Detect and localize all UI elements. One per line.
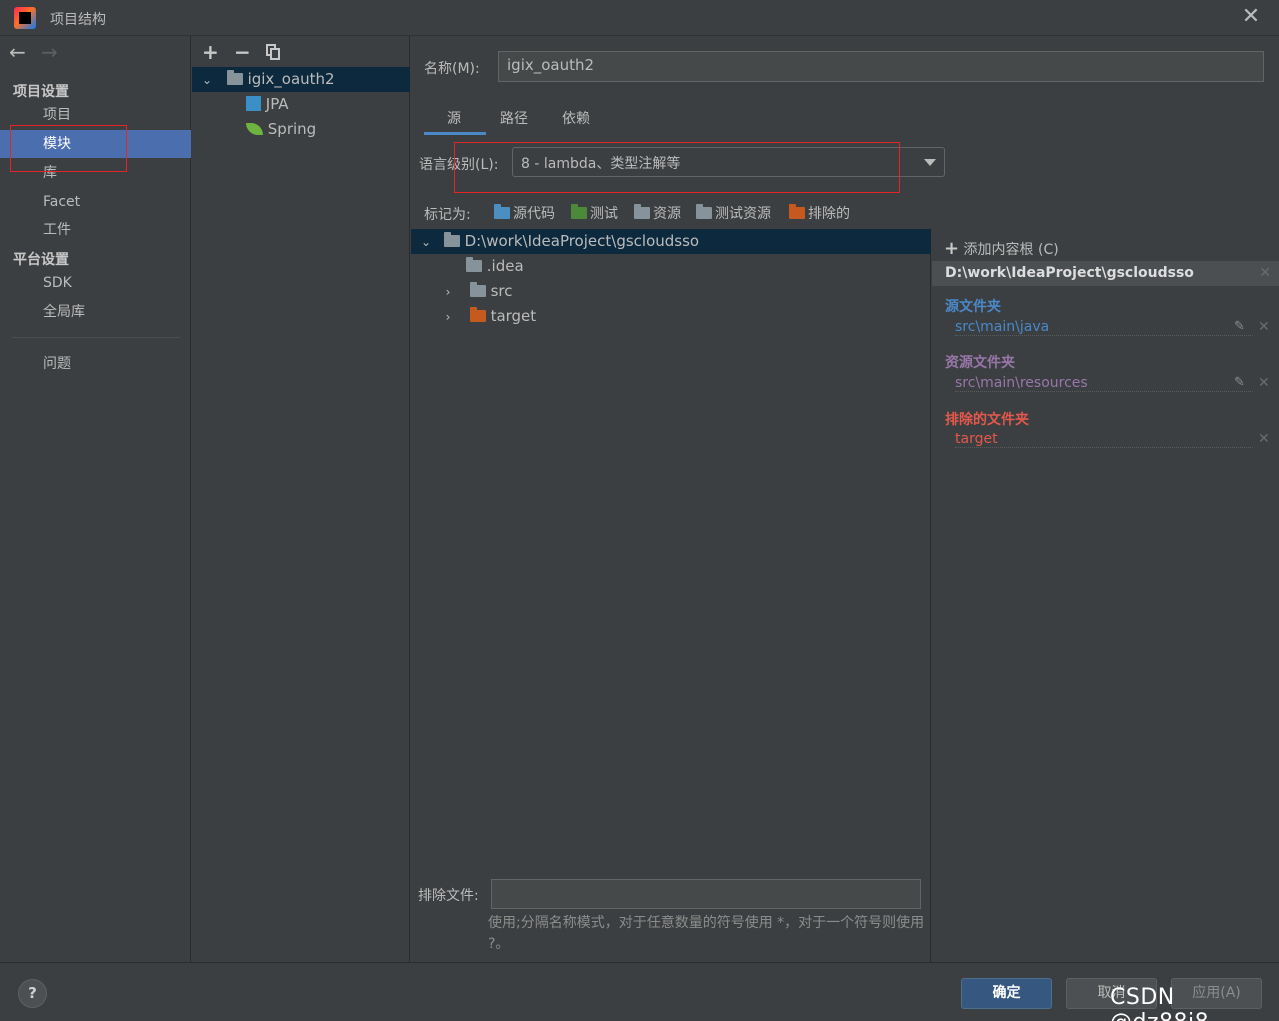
plus-icon[interactable]: +: [202, 40, 219, 64]
mark-as-excluded-button[interactable]: 排除的: [789, 203, 850, 223]
tab-dependencies[interactable]: 依赖: [562, 108, 590, 128]
name-label: 名称(M):: [424, 61, 480, 77]
sidebar-item-artifacts[interactable]: 工件: [0, 216, 191, 244]
intellij-logo-icon: [14, 7, 36, 29]
active-tab-indicator: [424, 132, 486, 135]
chevron-right-icon[interactable]: ›: [441, 280, 455, 305]
tree-row-idea[interactable]: .idea: [411, 254, 931, 279]
mark-as-resources-button[interactable]: 资源: [634, 203, 681, 223]
edit-pencil-icon[interactable]: ✎: [1234, 375, 1245, 390]
add-content-root-button[interactable]: + 添加内容根 (C): [944, 238, 1059, 259]
remove-source-icon[interactable]: ✕: [1258, 319, 1270, 335]
test-folder-icon: [571, 204, 587, 219]
title-bar: 项目结构 ✕: [0, 0, 1279, 36]
sidebar-item-facets[interactable]: Facet: [0, 188, 191, 216]
dialog-footer: ? 确定 取消 应用(A) CSDN @dz88i8: [0, 962, 1279, 1021]
tree-row-target[interactable]: › target: [411, 304, 931, 329]
help-button[interactable]: ?: [18, 979, 47, 1008]
highlight-box: [454, 142, 900, 193]
mark-label: 资源: [653, 206, 681, 222]
copy-icon[interactable]: [266, 44, 280, 60]
resource-folders-header: 资源文件夹: [945, 355, 1015, 371]
folder-name: src: [490, 282, 513, 300]
spring-leaf-icon: [246, 123, 263, 135]
sidebar-item-global-libraries[interactable]: 全局库: [0, 298, 191, 326]
chevron-down-icon[interactable]: ⌄: [419, 230, 433, 255]
mark-label: 测试: [590, 206, 618, 222]
facet-label: Spring: [267, 120, 317, 138]
sidebar-divider: [12, 337, 180, 338]
module-list-panel: + − ⌄ igix_oauth2 JPA Spring: [192, 36, 410, 962]
source-folder-icon: [494, 204, 510, 219]
module-settings-panel: 名称(M): igix_oauth2 源 路径 依赖 语言级别(L): 8 - …: [411, 36, 1279, 962]
folder-icon: [469, 282, 486, 297]
module-name: igix_oauth2: [247, 70, 335, 88]
exclude-files-input[interactable]: [491, 879, 921, 909]
module-tree-item[interactable]: ⌄ igix_oauth2: [192, 67, 410, 92]
remove-excluded-icon[interactable]: ✕: [1258, 431, 1270, 447]
source-folder-path[interactable]: src\main\java: [955, 319, 1253, 336]
exclude-files-hint: 使用;分隔名称模式，对于任意数量的符号使用 *，对于一个符号则使用 ?。: [488, 915, 925, 952]
tab-sources[interactable]: 源: [447, 108, 461, 128]
module-name-input[interactable]: igix_oauth2: [498, 51, 1264, 82]
jpa-icon: [246, 96, 261, 111]
folder-name: target: [490, 307, 537, 325]
folder-name: .idea: [486, 257, 524, 275]
tree-row-root[interactable]: ⌄ D:\work\IdeaProject\gscloudsso: [411, 229, 931, 254]
content-roots-panel: + 添加内容根 (C) D:\work\IdeaProject\gsclouds…: [932, 229, 1279, 962]
mark-as-label: 标记为:: [424, 207, 471, 223]
excluded-folder-icon: [469, 307, 486, 322]
mark-label: 排除的: [808, 206, 850, 222]
content-root-path: D:\work\IdeaProject\gscloudsso: [945, 265, 1194, 281]
dropdown-arrow-icon[interactable]: [924, 159, 936, 166]
facet-tree-item-jpa[interactable]: JPA: [192, 92, 410, 117]
watermark: CSDN @dz88i8: [1110, 985, 1209, 1021]
mark-as-sources-button[interactable]: 源代码: [494, 203, 555, 223]
content-tree: ⌄ D:\work\IdeaProject\gscloudsso .idea ›…: [411, 229, 931, 962]
facet-tree-item-spring[interactable]: Spring: [192, 117, 410, 142]
content-root-header: D:\work\IdeaProject\gscloudsso ✕: [932, 261, 1279, 286]
remove-resource-icon[interactable]: ✕: [1258, 375, 1270, 391]
excluded-folder-path[interactable]: target: [955, 431, 1253, 448]
tab-paths[interactable]: 路径: [500, 108, 528, 128]
resource-folder-path[interactable]: src\main\resources: [955, 375, 1253, 392]
plus-icon: +: [944, 238, 960, 259]
settings-sidebar: ← → 项目设置 项目 模块 库 Facet 工件 平台设置 SDK 全局库 问…: [0, 36, 191, 962]
chevron-right-icon[interactable]: ›: [441, 305, 455, 330]
test-resource-folder-icon: [696, 204, 712, 219]
ok-button[interactable]: 确定: [961, 978, 1052, 1009]
mark-label: 源代码: [513, 206, 555, 222]
excluded-folders-header: 排除的文件夹: [945, 412, 1029, 428]
module-folder-icon: [226, 70, 243, 85]
chevron-down-icon[interactable]: ⌄: [200, 68, 214, 93]
tree-row-src[interactable]: › src: [411, 279, 931, 304]
minus-icon[interactable]: −: [234, 40, 251, 64]
exclude-files-label: 排除文件:: [418, 888, 479, 904]
facet-label: JPA: [265, 95, 289, 113]
sidebar-item-problems[interactable]: 问题: [0, 350, 191, 378]
close-icon[interactable]: ✕: [1240, 6, 1262, 28]
project-settings-header: 项目设置: [13, 84, 69, 100]
mark-label: 测试资源: [715, 206, 771, 222]
platform-settings-header: 平台设置: [13, 252, 69, 268]
resource-folder-icon: [634, 204, 650, 219]
excluded-folder-icon: [789, 204, 805, 219]
source-folders-header: 源文件夹: [945, 299, 1001, 315]
arrow-left-icon[interactable]: ←: [9, 40, 26, 64]
root-path: D:\work\IdeaProject\gscloudsso: [464, 232, 700, 250]
sidebar-item-sdk[interactable]: SDK: [0, 269, 191, 297]
mark-as-tests-button[interactable]: 测试: [571, 203, 618, 223]
edit-pencil-icon[interactable]: ✎: [1234, 319, 1245, 334]
highlight-box: [10, 125, 127, 172]
remove-root-icon[interactable]: ✕: [1259, 261, 1271, 286]
folder-icon: [466, 257, 482, 272]
arrow-right-icon[interactable]: →: [41, 40, 58, 64]
folder-icon: [443, 232, 460, 247]
window-title: 项目结构: [50, 12, 106, 28]
add-content-root-label: 添加内容根 (C): [963, 242, 1059, 258]
mark-as-test-resources-button[interactable]: 测试资源: [696, 203, 771, 223]
